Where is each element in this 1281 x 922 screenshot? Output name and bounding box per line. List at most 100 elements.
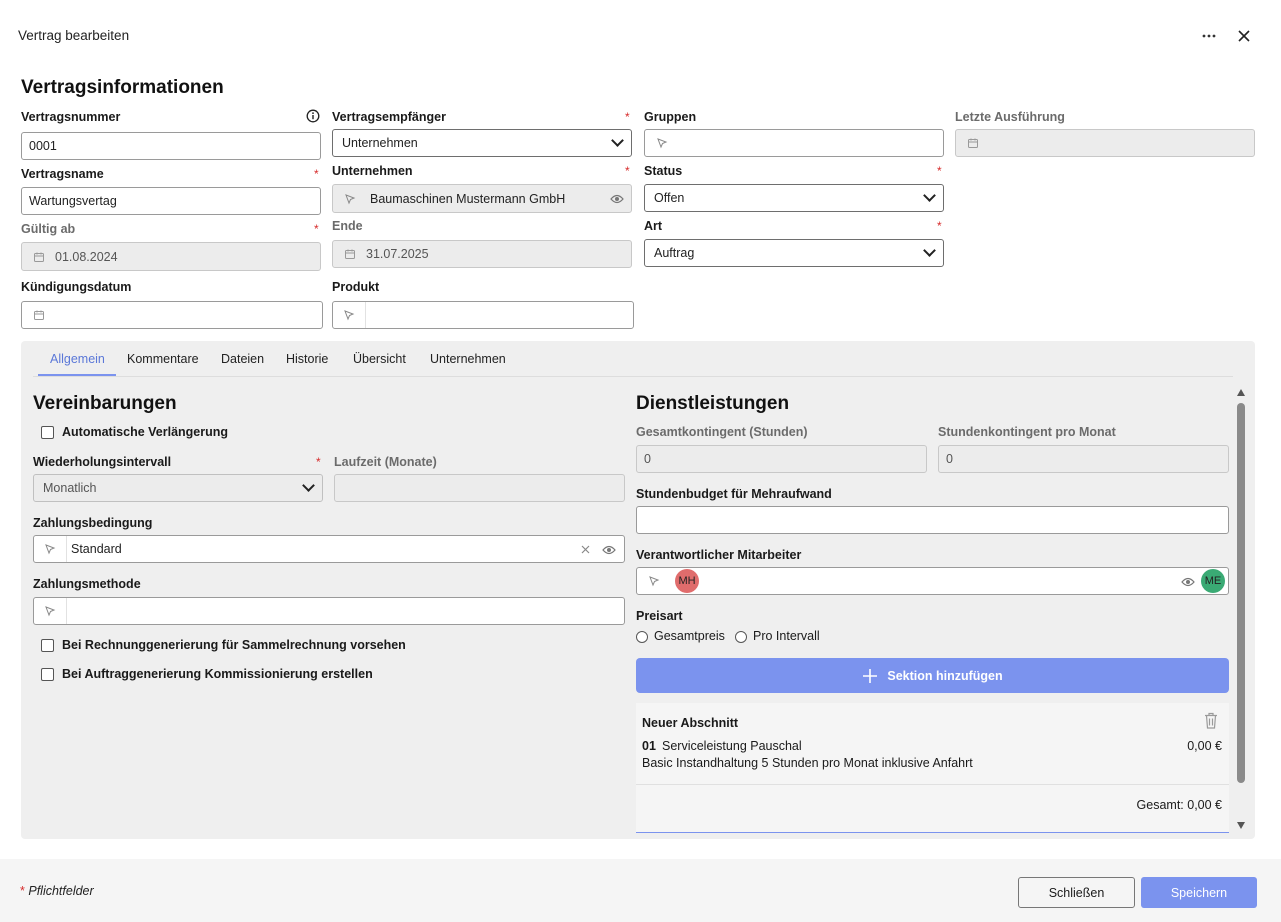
- pointer-icon: [34, 536, 67, 562]
- gesamtpreis-radio[interactable]: [636, 631, 648, 643]
- close-button[interactable]: Schließen: [1018, 877, 1135, 908]
- stundenbudget-input[interactable]: [636, 506, 1229, 534]
- close-button-label: Schließen: [1048, 885, 1105, 900]
- status-label: Status: [644, 164, 683, 178]
- stundenbudget-label: Stundenbudget für Mehraufwand: [636, 487, 832, 501]
- pointer-icon: [637, 568, 670, 594]
- sammelrechnung-label: Bei Rechnunggenerierung für Sammelrechnu…: [62, 638, 406, 652]
- avatar[interactable]: MH: [675, 569, 699, 593]
- gueltig-ab-label: Gültig ab: [21, 222, 76, 236]
- gesamtkontingent-label: Gesamtkontingent (Stunden): [636, 425, 808, 439]
- item-number: 01: [642, 739, 656, 753]
- gesamtkontingent-input[interactable]: 0: [636, 445, 927, 473]
- required-mark: *: [314, 167, 319, 181]
- kuendigungsdatum-input[interactable]: [21, 301, 323, 329]
- wiederholungsintervall-value: Monatlich: [43, 481, 97, 495]
- produkt-label: Produkt: [332, 280, 380, 294]
- auto-verlaengerung-checkbox[interactable]: [41, 426, 54, 439]
- stundenkontingent-input[interactable]: 0: [938, 445, 1229, 473]
- unternehmen-value: Baumaschinen Mustermann GmbH: [370, 191, 566, 206]
- status-select[interactable]: Offen: [644, 184, 944, 212]
- sammelrechnung-checkbox[interactable]: [41, 639, 54, 652]
- pointer-icon: [333, 185, 366, 212]
- required-mark: *: [314, 222, 319, 236]
- eye-icon[interactable]: [1181, 576, 1195, 588]
- vertragsname-value: Wartungsvertag: [29, 194, 117, 208]
- abschnitt-divider: [636, 784, 1229, 785]
- required-mark: *: [625, 164, 630, 178]
- eye-icon[interactable]: [602, 544, 616, 556]
- vertragsnummer-input[interactable]: 0001: [21, 132, 321, 160]
- tab-uebersicht[interactable]: Übersicht: [353, 352, 406, 366]
- wiederholungsintervall-label: Wiederholungsintervall: [33, 455, 172, 469]
- info-icon[interactable]: [306, 109, 320, 123]
- tab-divider: [33, 376, 1233, 377]
- art-select[interactable]: Auftrag: [644, 239, 944, 267]
- produkt-input[interactable]: [332, 301, 634, 329]
- scroll-down-arrow[interactable]: [1237, 822, 1245, 829]
- vertragsname-input[interactable]: Wartungsvertag: [21, 187, 321, 215]
- letzte-ausfuehrung-label: Letzte Ausführung: [955, 110, 1065, 124]
- calendar-icon: [956, 130, 989, 156]
- scrollbar[interactable]: [1236, 389, 1246, 831]
- tab-allgemein[interactable]: Allgemein: [50, 352, 105, 366]
- item-price: 0,00 €: [1187, 739, 1222, 753]
- gueltig-ab-input[interactable]: 01.08.2024: [21, 242, 321, 271]
- save-button[interactable]: Speichern: [1141, 877, 1257, 908]
- art-value: Auftrag: [654, 246, 695, 260]
- kommissionierung-checkbox[interactable]: [41, 668, 54, 681]
- zahlungsmethode-input[interactable]: [33, 597, 625, 625]
- trash-icon[interactable]: [1202, 711, 1220, 730]
- zahlungsmethode-label: Zahlungsmethode: [33, 577, 141, 591]
- tab-kommentare[interactable]: Kommentare: [127, 352, 199, 366]
- required-mark: *: [937, 164, 942, 178]
- wiederholungsintervall-select[interactable]: Monatlich: [33, 474, 323, 502]
- calendar-icon: [333, 241, 366, 267]
- laufzeit-input[interactable]: [334, 474, 625, 502]
- pro-intervall-radio[interactable]: [735, 631, 747, 643]
- item-name: Serviceleistung Pauschal: [662, 739, 802, 753]
- preisart-label: Preisart: [636, 609, 683, 623]
- unternehmen-input[interactable]: Baumaschinen Mustermann GmbH: [332, 184, 632, 213]
- scroll-up-arrow[interactable]: [1237, 389, 1245, 396]
- vertragsname-label: Vertragsname: [21, 167, 104, 181]
- dienstleistungen-title: Dienstleistungen: [636, 393, 790, 414]
- more-icon[interactable]: [1200, 27, 1218, 45]
- mitarbeiter-input[interactable]: [636, 567, 1229, 595]
- zahlungsbedingung-input[interactable]: Standard: [33, 535, 625, 563]
- ende-value: 31.07.2025: [366, 247, 429, 261]
- vertragsempfaenger-value: Unternehmen: [342, 136, 418, 150]
- tab-historie[interactable]: Historie: [286, 352, 328, 366]
- letzte-ausfuehrung-input[interactable]: [955, 129, 1255, 157]
- add-section-button[interactable]: Sektion hinzufügen: [636, 658, 1229, 693]
- kommissionierung-label: Bei Auftraggenerierung Kommissionierung …: [62, 667, 373, 681]
- vertragsnummer-label: Vertragsnummer: [21, 110, 121, 124]
- tab-unternehmen[interactable]: Unternehmen: [430, 352, 506, 366]
- abschnitt-title: Neuer Abschnitt: [642, 716, 739, 730]
- tab-dateien[interactable]: Dateien: [221, 352, 264, 366]
- close-icon[interactable]: [1235, 27, 1253, 45]
- stundenkontingent-value: 0: [946, 452, 953, 466]
- gesamtpreis-label: Gesamtpreis: [654, 629, 725, 643]
- scrollbar-thumb[interactable]: [1237, 403, 1245, 783]
- required-note-text: Pflichtfelder: [28, 884, 94, 898]
- required-note-mark: *: [20, 884, 25, 898]
- clear-icon[interactable]: [580, 544, 591, 555]
- chevron-down-icon: [923, 244, 936, 257]
- zahlungsbedingung-value: Standard: [71, 542, 122, 556]
- status-value: Offen: [654, 191, 685, 205]
- eye-icon[interactable]: [610, 193, 624, 205]
- art-label: Art: [644, 219, 663, 233]
- ende-label: Ende: [332, 219, 363, 233]
- calendar-icon: [22, 243, 55, 270]
- required-mark: *: [316, 455, 321, 469]
- calendar-icon: [22, 302, 55, 328]
- ende-input[interactable]: 31.07.2025: [332, 240, 632, 268]
- chevron-down-icon: [923, 189, 936, 202]
- abschnitt-total: Gesamt: 0,00 €: [1136, 798, 1222, 812]
- vertragsempfaenger-select[interactable]: Unternehmen: [332, 129, 632, 157]
- section-title: Vertragsinformationen: [21, 77, 224, 98]
- stundenkontingent-label: Stundenkontingent pro Monat: [938, 425, 1116, 439]
- gruppen-input[interactable]: [644, 129, 944, 157]
- avatar[interactable]: ME: [1201, 569, 1225, 593]
